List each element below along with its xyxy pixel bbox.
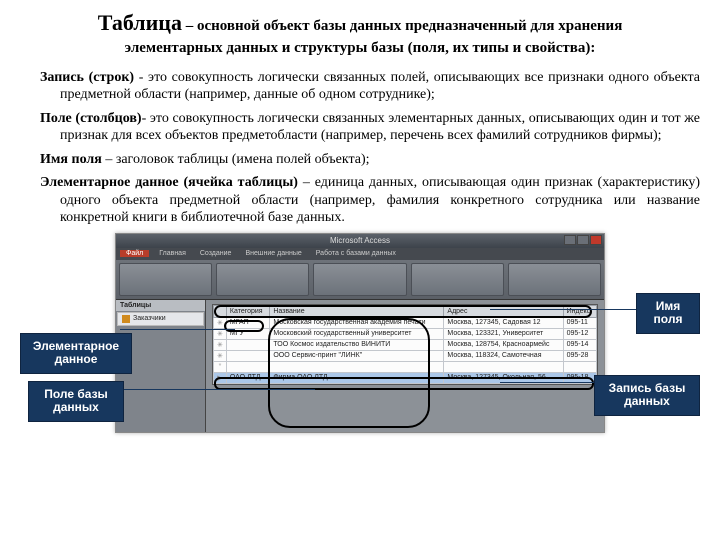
ribbon-group[interactable] <box>508 263 601 296</box>
nav-header[interactable]: Таблицы <box>116 300 205 311</box>
close-icon[interactable] <box>590 235 602 245</box>
tab-create[interactable]: Создание <box>196 250 236 257</box>
col-header[interactable]: Адрес <box>444 305 563 317</box>
callout-zapis-bazy: Запись базы данных <box>594 375 700 417</box>
header-row: Категория Название Адрес Индекс <box>214 305 597 317</box>
def-zapis-text: - это совокупность логически связанных п… <box>60 70 700 103</box>
ribbon-group[interactable] <box>313 263 406 296</box>
nav-item-table[interactable]: Заказчики <box>117 312 204 326</box>
heading-term: Таблица <box>98 10 182 35</box>
col-header[interactable]: Индекс <box>563 305 596 317</box>
table-row: * <box>214 361 597 372</box>
tab-external[interactable]: Внешние данные <box>241 250 305 257</box>
ribbon-tabs: Файл Главная Создание Внешние данные Раб… <box>116 248 604 260</box>
def-elem: Элементарное данное (ячейка таблицы) – е… <box>20 174 700 227</box>
tab-dbtools[interactable]: Работа с базами данных <box>312 250 400 257</box>
screenshot-area: Работа с таблицами Microsoft Access Файл… <box>20 233 700 443</box>
callout-elem-dannoe: Элементарное данное <box>20 333 132 375</box>
ribbon-group[interactable] <box>216 263 309 296</box>
def-pole: Поле (столбцов)- это совокупность логиче… <box>20 110 700 145</box>
table-row: ✳МГУМосковский государственный университ… <box>214 328 597 339</box>
callout-pole-bazy: Поле базы данных <box>28 381 124 423</box>
window-buttons <box>564 235 602 245</box>
def-elem-term: Элементарное данное (ячейка таблицы) <box>40 175 298 190</box>
ribbon <box>116 260 604 300</box>
def-zapis-term: Запись (строк) <box>40 70 134 85</box>
def-imya-term: Имя поля <box>40 152 102 167</box>
def-imya: Имя поля – заголовок таблицы (имена поле… <box>20 151 700 169</box>
window-titlebar: Microsoft Access <box>116 234 604 248</box>
heading-rest-2: элементарных данных и структуры базы (по… <box>125 40 596 56</box>
table-row: ✳ТОО Космос издательство ВИНИТИМосква, 1… <box>214 339 597 350</box>
tab-home[interactable]: Главная <box>155 250 190 257</box>
datasheet-grid[interactable]: Категория Название Адрес Индекс ✳МГАПМос… <box>212 304 598 385</box>
def-pole-text: - это совокупность логически связанных э… <box>60 111 700 144</box>
app-title: Microsoft Access <box>330 236 390 245</box>
slide-heading: Таблица – основной объект базы данных пр… <box>20 8 700 59</box>
access-window: Работа с таблицами Microsoft Access Файл… <box>115 233 605 433</box>
table-icon <box>122 315 130 323</box>
tab-file[interactable]: Файл <box>120 250 149 257</box>
callout-imya-polya: Имя поля <box>636 293 700 335</box>
def-pole-term: Поле (столбцов) <box>40 111 142 126</box>
minimize-icon[interactable] <box>564 235 576 245</box>
table-row: ▶ОАО ЛТДФирма ОАО ЛТДМосква, 127345, Око… <box>214 372 597 383</box>
datasheet-area: Категория Название Адрес Индекс ✳МГАПМос… <box>206 300 604 433</box>
def-zapis: Запись (строк) - это совокупность логиче… <box>20 69 700 104</box>
col-header[interactable]: Название <box>270 305 444 317</box>
maximize-icon[interactable] <box>577 235 589 245</box>
col-header[interactable]: Категория <box>226 305 269 317</box>
ribbon-group[interactable] <box>411 263 504 296</box>
table-row: ✳ООО Сервис-принт "ЛИНК"Москва, 118324, … <box>214 350 597 361</box>
row-selector-header[interactable] <box>214 305 227 317</box>
ribbon-group[interactable] <box>119 263 212 296</box>
table-row: ✳МГАПМосковская государственная академия… <box>214 317 597 328</box>
def-imya-text: – заголовок таблицы (имена полей объекта… <box>102 152 370 167</box>
heading-rest-1: – основной объект базы данных предназнач… <box>182 18 622 34</box>
nav-item-label: Заказчики <box>133 315 166 322</box>
